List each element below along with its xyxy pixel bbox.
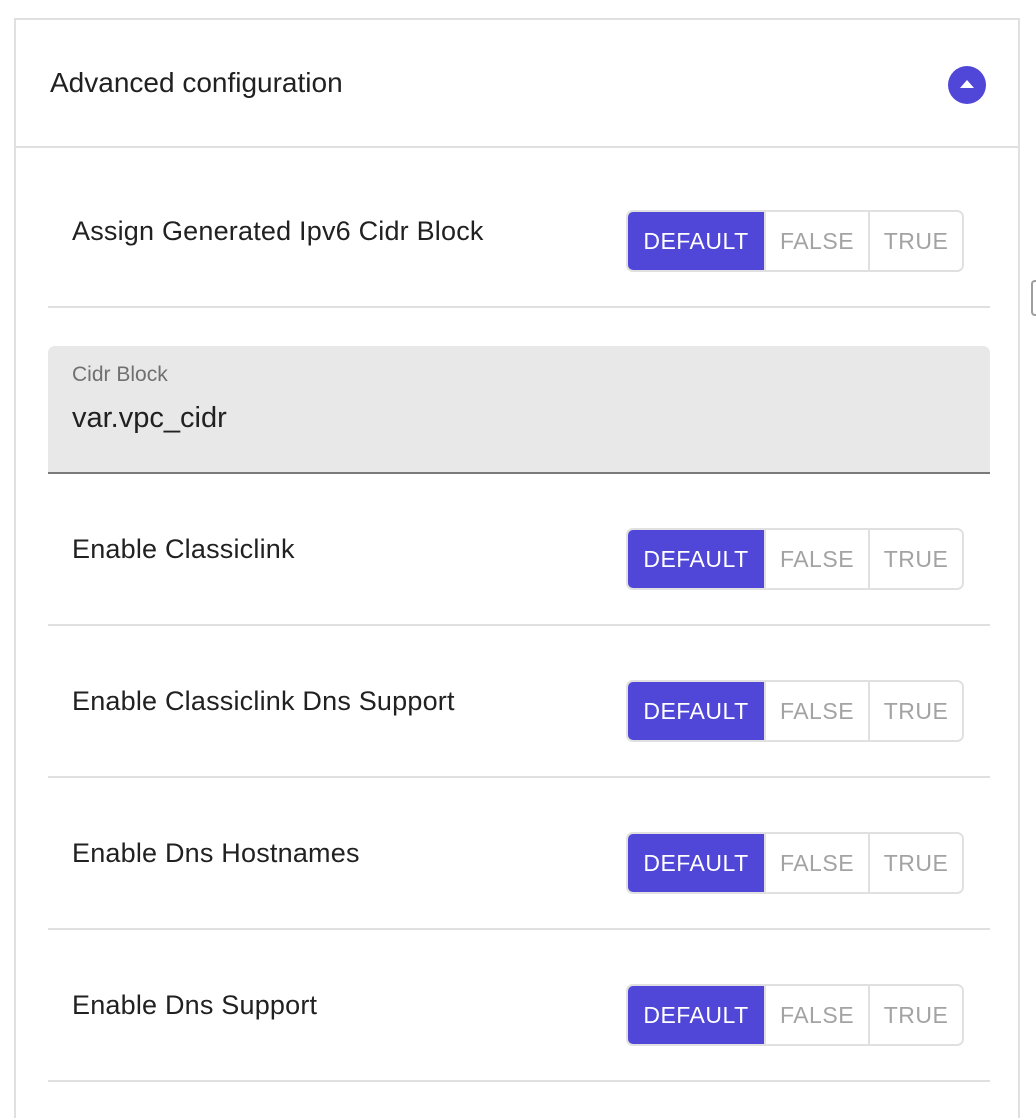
cidr-block-value[interactable]: var.vpc_cidr <box>72 400 227 436</box>
panel-header[interactable]: Advanced configuration <box>16 20 1020 148</box>
panel-title: Advanced configuration <box>50 67 343 98</box>
scrollbar-handle[interactable] <box>1031 280 1036 316</box>
toggle-group: DEFAULT FALSE TRUE <box>626 832 964 894</box>
toggle-group: DEFAULT FALSE TRUE <box>626 984 964 1046</box>
advanced-configuration-panel: Advanced configuration Assign Generated … <box>14 18 1020 1118</box>
setting-label: Enable Dns Hostnames <box>72 838 360 868</box>
setting-label: Assign Generated Ipv6 Cidr Block <box>72 216 484 246</box>
setting-row-assign-generated-ipv6-cidr-block: Assign Generated Ipv6 Cidr Block DEFAULT… <box>48 156 990 308</box>
toggle-true-button[interactable]: TRUE <box>868 834 962 892</box>
toggle-group: DEFAULT FALSE TRUE <box>626 680 964 742</box>
toggle-false-button[interactable]: FALSE <box>764 212 868 270</box>
setting-label: Enable Classiclink Dns Support <box>72 686 455 716</box>
toggle-default-button[interactable]: DEFAULT <box>628 834 764 892</box>
toggle-default-button[interactable]: DEFAULT <box>628 986 764 1044</box>
setting-row-enable-classiclink: Enable Classiclink DEFAULT FALSE TRUE <box>48 474 990 626</box>
toggle-false-button[interactable]: FALSE <box>764 834 868 892</box>
toggle-default-button[interactable]: DEFAULT <box>628 530 764 588</box>
toggle-false-button[interactable]: FALSE <box>764 530 868 588</box>
toggle-group: DEFAULT FALSE TRUE <box>626 210 964 272</box>
toggle-false-button[interactable]: FALSE <box>764 986 868 1044</box>
toggle-true-button[interactable]: TRUE <box>868 682 962 740</box>
setting-label: Enable Dns Support <box>72 990 318 1020</box>
toggle-true-button[interactable]: TRUE <box>868 212 962 270</box>
toggle-default-button[interactable]: DEFAULT <box>628 212 764 270</box>
toggle-default-button[interactable]: DEFAULT <box>628 682 764 740</box>
toggle-true-button[interactable]: TRUE <box>868 986 962 1044</box>
setting-label: Enable Classiclink <box>72 534 295 564</box>
cidr-block-label: Cidr Block <box>72 363 168 386</box>
cidr-block-field[interactable]: Cidr Block var.vpc_cidr <box>48 346 990 474</box>
toggle-false-button[interactable]: FALSE <box>764 682 868 740</box>
toggle-group: DEFAULT FALSE TRUE <box>626 528 964 590</box>
toggle-true-button[interactable]: TRUE <box>868 530 962 588</box>
collapse-button[interactable] <box>948 66 986 104</box>
setting-row-enable-classiclink-dns-support: Enable Classiclink Dns Support DEFAULT F… <box>48 626 990 778</box>
chevron-up-icon <box>960 80 974 88</box>
setting-row-enable-dns-support: Enable Dns Support DEFAULT FALSE TRUE <box>48 930 990 1082</box>
setting-row-enable-dns-hostnames: Enable Dns Hostnames DEFAULT FALSE TRUE <box>48 778 990 930</box>
